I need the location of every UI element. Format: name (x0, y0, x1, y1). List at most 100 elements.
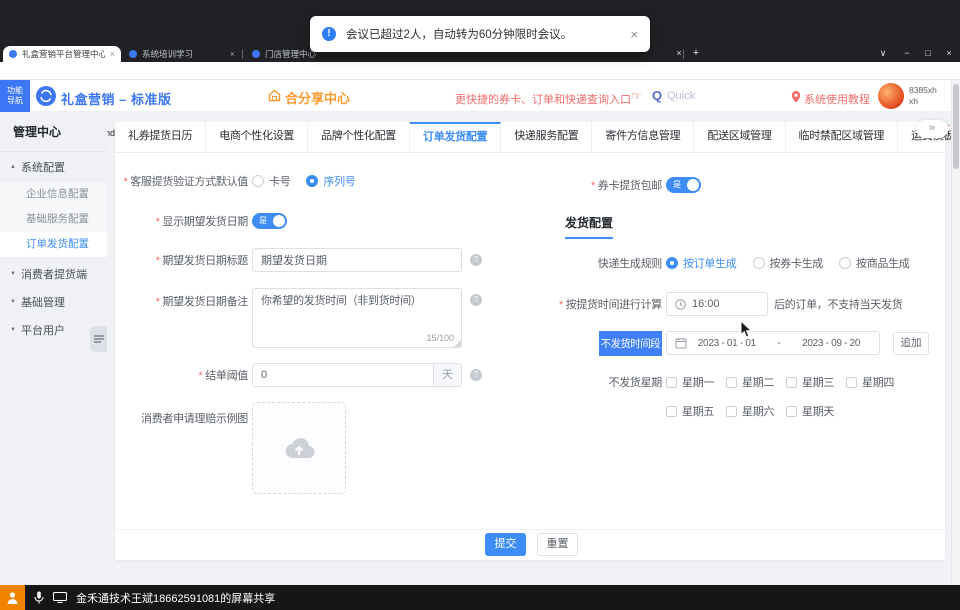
sidebar-item-basic-service[interactable]: 基础服务配置 (0, 207, 107, 232)
favicon-icon (9, 50, 17, 58)
quick-entry-tip: 更快捷的券卡、订单和快递查询入口 (455, 91, 631, 107)
free-shipping-label: 券卡提货包邮 (530, 177, 662, 193)
browser-tab-title: 系统培训学习 (142, 48, 225, 60)
browser-tab-1[interactable]: 礼盒营销平台管理中心 × (3, 46, 121, 62)
tab-ecommerce-custom[interactable]: 电商个性化设置 (206, 122, 308, 153)
page-scrollbar[interactable] (951, 80, 960, 610)
share-center-label: 合分享中心 (285, 88, 350, 107)
location-pin-icon (791, 90, 801, 108)
radio-serial-number-label[interactable]: 序列号 (323, 173, 355, 189)
resize-handle[interactable] (454, 340, 461, 347)
app-header: 功能 导航 礼盒营销 – 标准版 合分享中心 更快捷的券卡、订单和快递查询入口 … (0, 80, 960, 112)
append-button[interactable]: 追加 (893, 332, 929, 355)
free-shipping-toggle[interactable]: 是 (666, 177, 701, 193)
scrollbar-thumb[interactable] (953, 84, 959, 169)
tutorial-link[interactable]: 系统使用教程 (804, 91, 870, 107)
screen-icon[interactable] (53, 592, 67, 603)
function-nav-button[interactable]: 功能 导航 (0, 80, 30, 112)
checkbox-saturday[interactable] (726, 406, 737, 417)
weekday-item[interactable]: 星期天 (786, 403, 846, 419)
share-center-link[interactable]: 合分享中心 (268, 88, 350, 107)
microphone-icon[interactable] (34, 591, 44, 604)
checkbox-friday[interactable] (666, 406, 677, 417)
no-ship-range-label-cell: 不发货时间段 (530, 331, 662, 356)
toggle-on-label: 是 (673, 179, 681, 191)
window-maximize-button[interactable]: □ (917, 45, 939, 61)
help-icon[interactable]: ? (470, 254, 482, 266)
weekday-item[interactable]: 星期三 (786, 374, 846, 390)
toast-close-icon[interactable]: × (630, 27, 638, 42)
no-ship-range-label: 不发货时间段 (599, 331, 662, 356)
radio-by-order[interactable] (666, 257, 678, 269)
sidebar-item-consumer-pickup[interactable]: ▼ 消费者提货端 (0, 260, 107, 288)
sidebar-item-order-ship-config[interactable]: 订单发货配置 (0, 232, 107, 257)
expected-date-remark-label: 期望发货日期备注 (117, 288, 248, 309)
toggle-knob (687, 179, 699, 191)
tab-search-icon[interactable]: ∨ (872, 45, 894, 61)
tab-express-service[interactable]: 快递服务配置 (501, 122, 592, 153)
tabs-more-button[interactable]: » (916, 120, 948, 138)
caret-down-icon: ▼ (10, 327, 16, 333)
tab-close-icon[interactable]: × (230, 49, 235, 59)
tab-separator (683, 49, 684, 59)
weekday-item[interactable]: 星期二 (726, 374, 786, 390)
radio-card-number-label[interactable]: 卡号 (269, 173, 290, 189)
cloud-upload-icon (282, 435, 316, 461)
tab-close-icon[interactable]: × (668, 45, 690, 61)
no-ship-range-row: 不发货时间段 2023 - 01 - 01 - 2023 - 09 - 20 追… (530, 331, 929, 355)
tab-close-icon[interactable]: × (110, 49, 115, 59)
weekday-item[interactable]: 星期五 (666, 403, 726, 419)
weekday-item[interactable]: 星期四 (846, 374, 906, 390)
weekday-item[interactable]: 星期一 (666, 374, 726, 390)
radio-by-product-label[interactable]: 按商品生成 (856, 255, 910, 271)
screen: 礼盒营销平台管理中心 × 系统培训学习 × 门店管理中心 × + ∨ − □ ×… (0, 0, 960, 610)
clock-icon (675, 299, 686, 310)
radio-by-product[interactable] (839, 257, 851, 269)
caret-down-icon: ▼ (10, 271, 16, 277)
tab-order-ship-config[interactable]: 订单发货配置 (410, 122, 501, 153)
browser-tab-2[interactable]: 系统培训学习 × (123, 46, 241, 62)
quick-search-q-icon[interactable]: Q (652, 88, 662, 103)
submit-button[interactable]: 提交 (485, 533, 526, 556)
help-icon[interactable]: ? (470, 369, 482, 381)
browser-tab-title: 礼盒营销平台管理中心 (22, 48, 105, 60)
user-avatar[interactable] (878, 83, 904, 109)
window-close-button[interactable]: × (938, 45, 960, 61)
radio-card-number[interactable] (252, 175, 264, 187)
reset-button[interactable]: 重置 (537, 533, 578, 556)
time-picker[interactable]: 16:00 (666, 292, 768, 316)
checkbox-thursday[interactable] (846, 377, 857, 388)
show-expected-date-toggle[interactable]: 是 (252, 213, 287, 229)
new-tab-button[interactable]: + (688, 45, 704, 61)
tab-temp-ban-area[interactable]: 临时禁配区域管理 (786, 122, 899, 153)
radio-by-order-label[interactable]: 按订单生成 (683, 255, 737, 271)
radio-by-coupon-label[interactable]: 按券卡生成 (770, 255, 824, 271)
weekday-item[interactable]: 星期六 (726, 403, 786, 419)
sidebar-item-system-config[interactable]: ▲ 系统配置 (0, 152, 107, 182)
show-expected-date-label: 显示期望发货日期 (117, 213, 248, 229)
window-minimize-button[interactable]: − (896, 45, 918, 61)
radio-by-coupon[interactable] (753, 257, 765, 269)
date-range-picker[interactable]: 2023 - 01 - 01 - 2023 - 09 - 20 (666, 331, 880, 355)
sidebar-item-company-info[interactable]: 企业信息配置 (0, 182, 107, 207)
tab-brand-custom[interactable]: 品牌个性化配置 (308, 122, 410, 153)
sidebar-item-basic-management[interactable]: ▼ 基础管理 (0, 288, 107, 316)
checkbox-sunday[interactable] (786, 406, 797, 417)
sidebar-item-label: 平台用户 (21, 322, 65, 338)
radio-serial-number[interactable] (306, 175, 318, 187)
tab-sender-info[interactable]: 寄件方信息管理 (592, 122, 694, 153)
checkbox-tuesday[interactable] (726, 377, 737, 388)
expected-date-title-input[interactable] (252, 248, 462, 272)
calc-suffix-text: 后的订单，不支持当天发货 (774, 296, 902, 312)
free-shipping-row: 券卡提货包邮 是 (530, 176, 701, 194)
tab-coupon-calendar[interactable]: 礼券提货日历 (115, 122, 206, 153)
help-icon[interactable]: ? (470, 294, 482, 306)
tab-delivery-area[interactable]: 配送区域管理 (694, 122, 785, 153)
closing-threshold-input[interactable] (252, 363, 462, 387)
checkbox-wednesday[interactable] (786, 377, 797, 388)
sidebar-item-label: 基础管理 (21, 294, 65, 310)
checkbox-monday[interactable] (666, 377, 677, 388)
quick-search-label[interactable]: Quick (667, 90, 695, 102)
upload-dropzone[interactable] (252, 402, 346, 494)
sidebar-collapse-handle[interactable] (90, 326, 107, 352)
